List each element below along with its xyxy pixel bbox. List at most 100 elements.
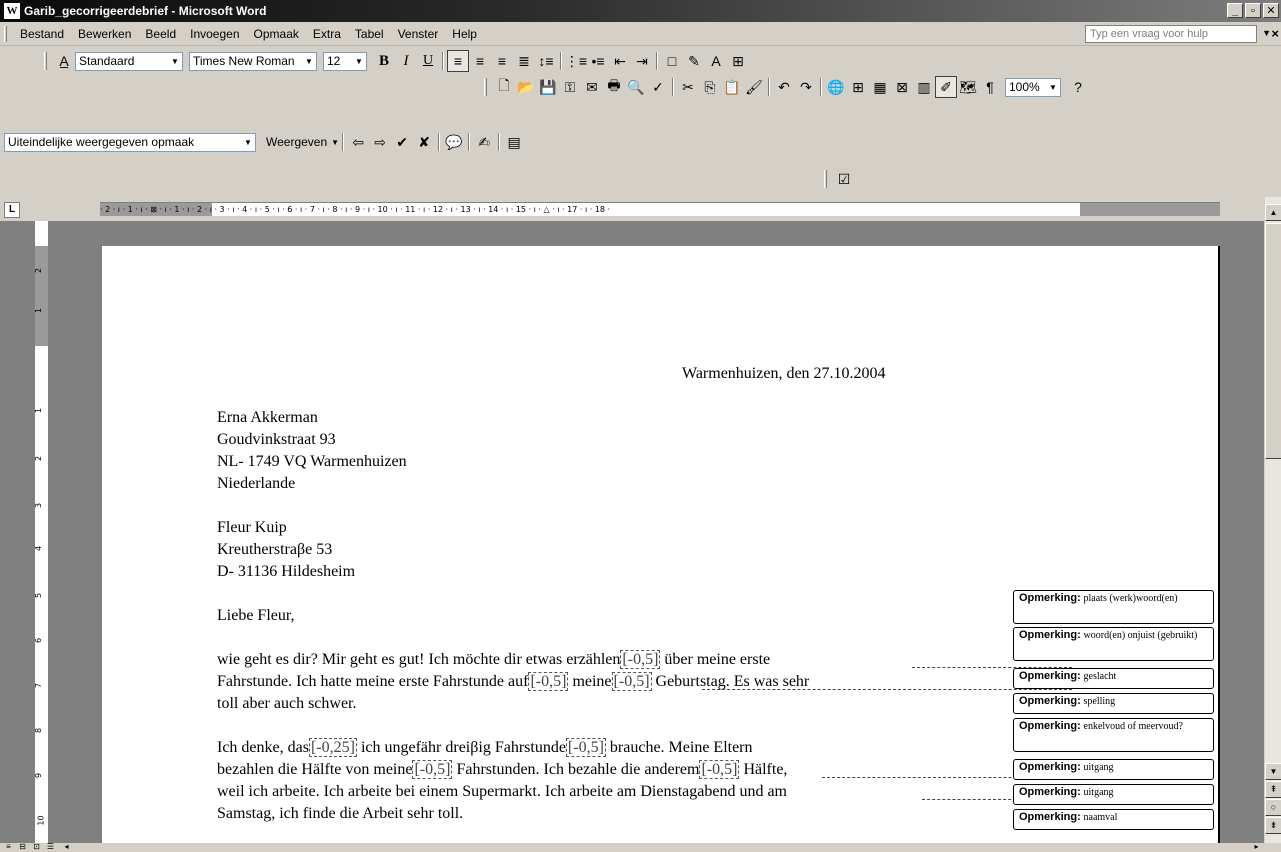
font-color-icon[interactable]: A xyxy=(705,50,727,72)
toolbar-grip[interactable] xyxy=(44,52,47,70)
help-dropdown-icon[interactable]: ▼ xyxy=(1262,28,1271,38)
line-spacing-icon[interactable]: ↕≡ xyxy=(535,50,557,72)
show-markup-menu[interactable]: Weergeven xyxy=(262,135,331,149)
menu-bewerken[interactable]: Bewerken xyxy=(71,27,138,41)
styles-pane-icon[interactable]: A̲ xyxy=(53,50,75,72)
show-hide-icon[interactable]: ¶ xyxy=(979,76,1001,98)
increase-indent-icon[interactable]: ⇥ xyxy=(631,50,653,72)
bullets-icon[interactable]: •≡ xyxy=(587,50,609,72)
accept-change-icon[interactable]: ✔ xyxy=(391,131,413,153)
copy-icon[interactable]: ⎘ xyxy=(699,76,721,98)
chevron-down-icon[interactable]: ▼ xyxy=(1046,79,1060,96)
chevron-down-icon[interactable]: ▼ xyxy=(352,53,366,70)
highlight-icon[interactable]: ✎ xyxy=(683,50,705,72)
insert-excel-icon[interactable]: ⊠ xyxy=(891,76,913,98)
comment-balloon[interactable]: Opmerking: spelling xyxy=(1013,693,1214,714)
word-icon[interactable]: W xyxy=(4,3,20,19)
chevron-down-icon[interactable]: ▼ xyxy=(302,53,316,70)
document-map-icon[interactable]: 🗺 xyxy=(957,76,979,98)
insert-table-icon[interactable]: ▦ xyxy=(869,76,891,98)
help-search-input[interactable]: Typ een vraag voor hulp xyxy=(1085,25,1257,43)
chevron-down-icon[interactable]: ▼ xyxy=(331,138,339,147)
comment-balloon[interactable]: Opmerking: uitgang xyxy=(1013,759,1214,780)
scroll-right-icon[interactable]: ▸ xyxy=(1250,843,1263,852)
style-select[interactable]: Standaard ▼ xyxy=(75,51,183,71)
align-right-icon[interactable]: ≡ xyxy=(491,50,513,72)
print-layout-icon[interactable]: ⊡ xyxy=(30,843,43,852)
permission-icon[interactable]: ⚿ xyxy=(559,76,581,98)
bold-button[interactable]: B xyxy=(373,50,395,72)
next-change-icon[interactable]: ⇨ xyxy=(369,131,391,153)
menu-bestand[interactable]: Bestand xyxy=(13,27,71,41)
align-center-icon[interactable]: ≡ xyxy=(469,50,491,72)
correction-mark[interactable]: [-0,5] xyxy=(412,760,453,779)
tables-borders-icon[interactable]: ⊞ xyxy=(847,76,869,98)
correction-mark[interactable]: [-0,5] xyxy=(528,672,569,691)
print-icon[interactable]: 🖶 xyxy=(603,76,625,98)
underline-button[interactable]: U xyxy=(417,50,439,72)
chevron-down-icon[interactable]: ▼ xyxy=(241,134,255,151)
comment-balloon[interactable]: Opmerking: enkelvoud of meervoud? xyxy=(1013,718,1214,752)
menu-venster[interactable]: Venster xyxy=(391,27,446,41)
close-button[interactable]: ✕ xyxy=(1263,3,1279,18)
save-icon[interactable]: 💾 xyxy=(537,76,559,98)
border-icon[interactable]: □ xyxy=(661,50,683,72)
next-page-icon[interactable]: ⇟ xyxy=(1265,817,1281,834)
checkbox-icon[interactable]: ☑ xyxy=(833,168,855,190)
menu-invoegen[interactable]: Invoegen xyxy=(183,27,246,41)
decrease-indent-icon[interactable]: ⇤ xyxy=(609,50,631,72)
document-close-button[interactable]: × xyxy=(1271,26,1279,41)
drawing-icon[interactable]: ✐ xyxy=(935,76,957,98)
format-painter-icon[interactable]: 🖌 xyxy=(743,76,765,98)
previous-page-icon[interactable]: ⇞ xyxy=(1265,781,1281,798)
justify-icon[interactable]: ≣ xyxy=(513,50,535,72)
web-layout-icon[interactable]: ⊟ xyxy=(16,843,29,852)
chevron-down-icon[interactable]: ▼ xyxy=(168,53,182,70)
track-changes-icon[interactable]: ✍ xyxy=(473,131,495,153)
print-preview-icon[interactable]: 🔍 xyxy=(625,76,647,98)
undo-icon[interactable]: ↶ xyxy=(773,76,795,98)
correction-mark[interactable]: [-0,5] xyxy=(699,760,740,779)
comment-balloon[interactable]: Opmerking: uitgang xyxy=(1013,784,1214,805)
scroll-thumb[interactable] xyxy=(1265,223,1281,459)
comment-balloon[interactable]: Opmerking: naamval xyxy=(1013,809,1214,830)
outline-view-icon[interactable]: ☰ xyxy=(44,843,57,852)
horizontal-ruler[interactable]: · 2 · ı · 1 · ı · ⊠ · ı · 1 · ı · 2 · ı … xyxy=(100,202,1220,216)
hyperlink-icon[interactable]: 🌐 xyxy=(825,76,847,98)
toolbar-grip[interactable] xyxy=(824,170,827,188)
restore-button[interactable]: ▫ xyxy=(1245,3,1261,18)
menu-extra[interactable]: Extra xyxy=(306,27,348,41)
comment-balloon[interactable]: Opmerking: geslacht xyxy=(1013,668,1214,689)
open-folder-icon[interactable]: 📂 xyxy=(515,76,537,98)
menu-help[interactable]: Help xyxy=(445,27,484,41)
columns-icon[interactable]: ▥ xyxy=(913,76,935,98)
document-area[interactable]: 2 1 1 2 3 4 5 6 7 8 9 10 Warmenhuizen, d… xyxy=(0,221,1264,843)
vertical-scrollbar[interactable]: ▲ ▼ ⇞ ○ ⇟ xyxy=(1264,197,1281,843)
previous-change-icon[interactable]: ⇦ xyxy=(347,131,369,153)
correction-mark[interactable]: [-0,5] xyxy=(611,672,652,691)
insert-comment-icon[interactable]: 💬 xyxy=(443,131,465,153)
vertical-ruler[interactable]: 2 1 1 2 3 4 5 6 7 8 9 10 xyxy=(34,221,48,843)
menu-beeld[interactable]: Beeld xyxy=(138,27,183,41)
scroll-up-icon[interactable]: ▲ xyxy=(1265,204,1281,221)
normal-view-icon[interactable]: ≡ xyxy=(2,843,15,852)
scroll-down-icon[interactable]: ▼ xyxy=(1265,763,1281,780)
italic-button[interactable]: I xyxy=(395,50,417,72)
browse-object-icon[interactable]: ○ xyxy=(1265,799,1281,816)
comment-balloon[interactable]: Opmerking: woord(en) onjuist (gebruikt) xyxy=(1013,627,1214,661)
new-document-icon[interactable]: 🗋 xyxy=(493,76,515,98)
menubar-grip[interactable] xyxy=(4,25,7,42)
zoom-select[interactable]: 100% ▼ xyxy=(1005,77,1061,97)
numbering-icon[interactable]: ⋮≡ xyxy=(565,50,587,72)
email-icon[interactable]: ✉ xyxy=(581,76,603,98)
redo-icon[interactable]: ↷ xyxy=(795,76,817,98)
display-for-review-select[interactable]: Uiteindelijke weergegeven opmaak ▼ xyxy=(4,132,256,152)
paste-icon[interactable]: 📋 xyxy=(721,76,743,98)
scroll-left-icon[interactable]: ◂ xyxy=(60,843,73,852)
cut-icon[interactable]: ✂ xyxy=(677,76,699,98)
help-icon[interactable]: ? xyxy=(1067,76,1089,98)
align-left-icon[interactable]: ≡ xyxy=(447,50,469,72)
spelling-icon[interactable]: ✓ xyxy=(647,76,669,98)
extra-options-icon[interactable]: ⊞ xyxy=(727,50,749,72)
font-select[interactable]: Times New Roman ▼ xyxy=(189,51,317,71)
